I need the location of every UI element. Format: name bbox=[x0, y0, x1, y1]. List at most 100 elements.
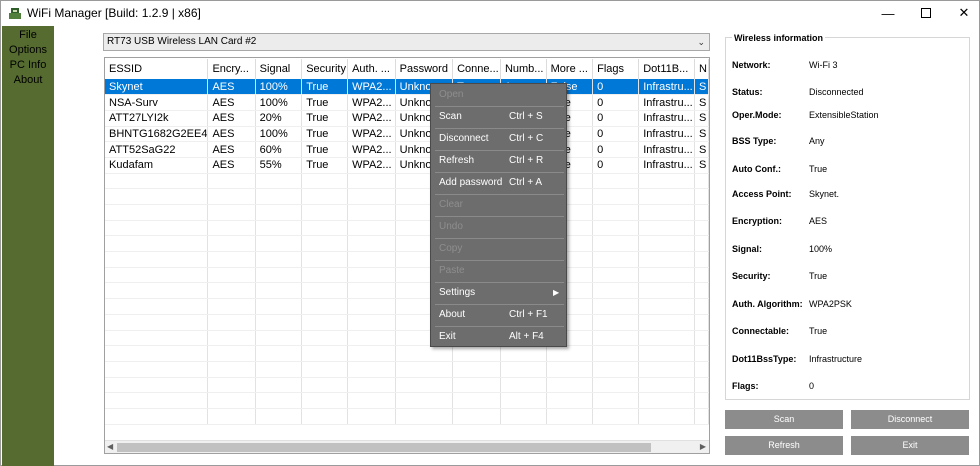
cell-flags: 0 bbox=[592, 126, 640, 143]
cell-security: True bbox=[301, 157, 349, 174]
scroll-left-icon[interactable]: ◀ bbox=[107, 442, 113, 451]
cell-flags: 0 bbox=[592, 157, 640, 174]
context-item-disconnect[interactable]: Disconnect Ctrl + C bbox=[431, 129, 566, 149]
column-header-dot11bss[interactable]: Dot11B... bbox=[638, 59, 696, 79]
close-icon: ✕ bbox=[958, 5, 970, 20]
cell-flags: 0 bbox=[592, 141, 640, 158]
context-item-copy: Copy bbox=[439, 243, 463, 254]
cell-signal: 60% bbox=[255, 141, 303, 158]
cell-auth: WPA2... bbox=[347, 94, 396, 111]
context-item-scan[interactable]: Scan Ctrl + S bbox=[431, 107, 566, 127]
context-item-about[interactable]: About Ctrl + F1 bbox=[431, 305, 566, 325]
adapter-select[interactable]: RT73 USB Wireless LAN Card #2 ⌄ bbox=[103, 33, 710, 51]
table-row[interactable]: Kudafam AES 55% True WPA2... Unkno alse … bbox=[105, 157, 709, 174]
column-header-auth[interactable]: Auth. ... bbox=[347, 59, 396, 79]
scan-button[interactable]: Scan bbox=[725, 410, 843, 429]
column-header-security[interactable]: Security bbox=[301, 59, 349, 79]
cell-flags: 0 bbox=[592, 110, 640, 127]
cell-essid: Skynet bbox=[105, 79, 209, 96]
cell-encryption: AES bbox=[207, 157, 256, 174]
menu-item-about[interactable]: About bbox=[2, 73, 54, 88]
empty-row bbox=[105, 220, 709, 237]
menu-item-file[interactable]: File bbox=[2, 28, 54, 43]
cell-signal: 100% bbox=[255, 94, 303, 111]
menu-item-pc-info[interactable]: PC Info bbox=[2, 58, 54, 73]
column-header-password[interactable]: Password bbox=[395, 59, 454, 79]
cell-essid: NSA-Surv bbox=[105, 94, 209, 111]
cell-essid: ATT52SaG22 bbox=[105, 141, 209, 158]
empty-row bbox=[105, 408, 709, 425]
context-item-refresh[interactable]: Refresh Ctrl + R bbox=[431, 151, 566, 171]
cell-encryption: AES bbox=[207, 94, 256, 111]
context-item-exit[interactable]: Exit Alt + F4 bbox=[431, 327, 566, 347]
cell-encryption: AES bbox=[207, 79, 256, 96]
scrollbar-thumb[interactable] bbox=[117, 443, 651, 452]
cell-security: True bbox=[301, 141, 349, 158]
context-item-undo: Undo bbox=[439, 221, 463, 232]
cell-dot11bss: Infrastru... bbox=[638, 79, 696, 96]
context-item-open: Open bbox=[439, 89, 464, 100]
cell-auth: WPA2... bbox=[347, 157, 396, 174]
empty-row bbox=[105, 251, 709, 268]
empty-row bbox=[105, 235, 709, 253]
cell-flags: 0 bbox=[592, 79, 640, 96]
cell-auth: WPA2... bbox=[347, 141, 396, 158]
network-table[interactable]: ESSID Encry... Signal Security Auth. ...… bbox=[104, 57, 710, 454]
refresh-button[interactable]: Refresh bbox=[725, 436, 843, 455]
title-bar[interactable]: WiFi Manager [Build: 1.2.9 | x86] — ✕ bbox=[1, 1, 979, 25]
empty-row bbox=[105, 173, 709, 190]
panel-title: Wireless information bbox=[732, 33, 825, 43]
cell-flags: 0 bbox=[592, 94, 640, 111]
adapter-select-value: RT73 USB Wireless LAN Card #2 bbox=[107, 36, 257, 47]
app-window: WiFi Manager [Build: 1.2.9 | x86] — ✕ Fi… bbox=[0, 0, 980, 466]
cell-n: S bbox=[694, 110, 709, 127]
cell-auth: WPA2... bbox=[347, 110, 396, 127]
chevron-down-icon[interactable]: ⌄ bbox=[697, 37, 705, 48]
column-header-number[interactable]: Numb... bbox=[500, 59, 547, 79]
side-menu: File Options PC Info About bbox=[2, 26, 54, 466]
cell-dot11bss: Infrastru... bbox=[638, 157, 696, 174]
table-row[interactable]: ATT27LYI2k AES 20% True WPA2... Unkno al… bbox=[105, 110, 709, 127]
column-header-encryption[interactable]: Encry... bbox=[207, 59, 256, 79]
minimize-icon: — bbox=[881, 5, 895, 21]
close-button[interactable]: ✕ bbox=[941, 1, 980, 25]
cell-n: S bbox=[694, 94, 709, 111]
cell-encryption: AES bbox=[207, 141, 256, 158]
cell-dot11bss: Infrastru... bbox=[638, 141, 696, 158]
empty-row bbox=[105, 188, 709, 205]
horizontal-scrollbar[interactable]: ◀ ▶ bbox=[105, 440, 709, 453]
cell-auth: WPA2... bbox=[347, 79, 396, 96]
wireless-information-panel: Wireless information Network: Wi-Fi 3 Sta… bbox=[725, 33, 970, 400]
empty-row bbox=[105, 204, 709, 221]
column-header-connectable[interactable]: Conne... bbox=[452, 59, 501, 79]
column-header-flags[interactable]: Flags bbox=[592, 59, 640, 79]
cell-dot11bss: Infrastru... bbox=[638, 94, 696, 111]
cell-signal: 100% bbox=[255, 79, 303, 96]
cell-signal: 55% bbox=[255, 157, 303, 174]
scroll-right-icon[interactable]: ▶ bbox=[700, 442, 706, 451]
cell-security: True bbox=[301, 79, 349, 96]
table-row[interactable]: NSA-Surv AES 100% True WPA2... Unkno als… bbox=[105, 94, 709, 111]
table-row[interactable]: BHNTG1682G2EE4 AES 100% True WPA2... Unk… bbox=[105, 126, 709, 143]
cell-encryption: AES bbox=[207, 110, 256, 127]
disconnect-button[interactable]: Disconnect bbox=[851, 410, 969, 429]
cell-signal: 100% bbox=[255, 126, 303, 143]
window-title: WiFi Manager [Build: 1.2.9 | x86] bbox=[27, 6, 201, 20]
cell-signal: 20% bbox=[255, 110, 303, 127]
table-row[interactable]: ATT52SaG22 AES 60% True WPA2... Unkno al… bbox=[105, 141, 709, 158]
column-header-more[interactable]: More ... bbox=[546, 59, 594, 79]
menu-item-options[interactable]: Options bbox=[2, 43, 54, 58]
column-header-signal[interactable]: Signal bbox=[255, 59, 303, 79]
cell-essid: BHNTG1682G2EE4 bbox=[105, 126, 209, 143]
column-header-essid[interactable]: ESSID bbox=[105, 59, 209, 79]
exit-button[interactable]: Exit bbox=[851, 436, 969, 455]
cell-dot11bss: Infrastru... bbox=[638, 126, 696, 143]
table-row[interactable]: Skynet AES 100% True WPA2... Unknown Tru… bbox=[105, 79, 709, 96]
cell-security: True bbox=[301, 110, 349, 127]
column-header-n[interactable]: N bbox=[694, 59, 709, 79]
table-header: ESSID Encry... Signal Security Auth. ...… bbox=[105, 59, 709, 79]
cell-n: S bbox=[694, 79, 709, 96]
context-item-add-password[interactable]: Add password Ctrl + A bbox=[431, 173, 566, 193]
context-item-settings[interactable]: Settings ▶ bbox=[431, 283, 566, 303]
wifi-manager-app-icon bbox=[9, 8, 21, 19]
